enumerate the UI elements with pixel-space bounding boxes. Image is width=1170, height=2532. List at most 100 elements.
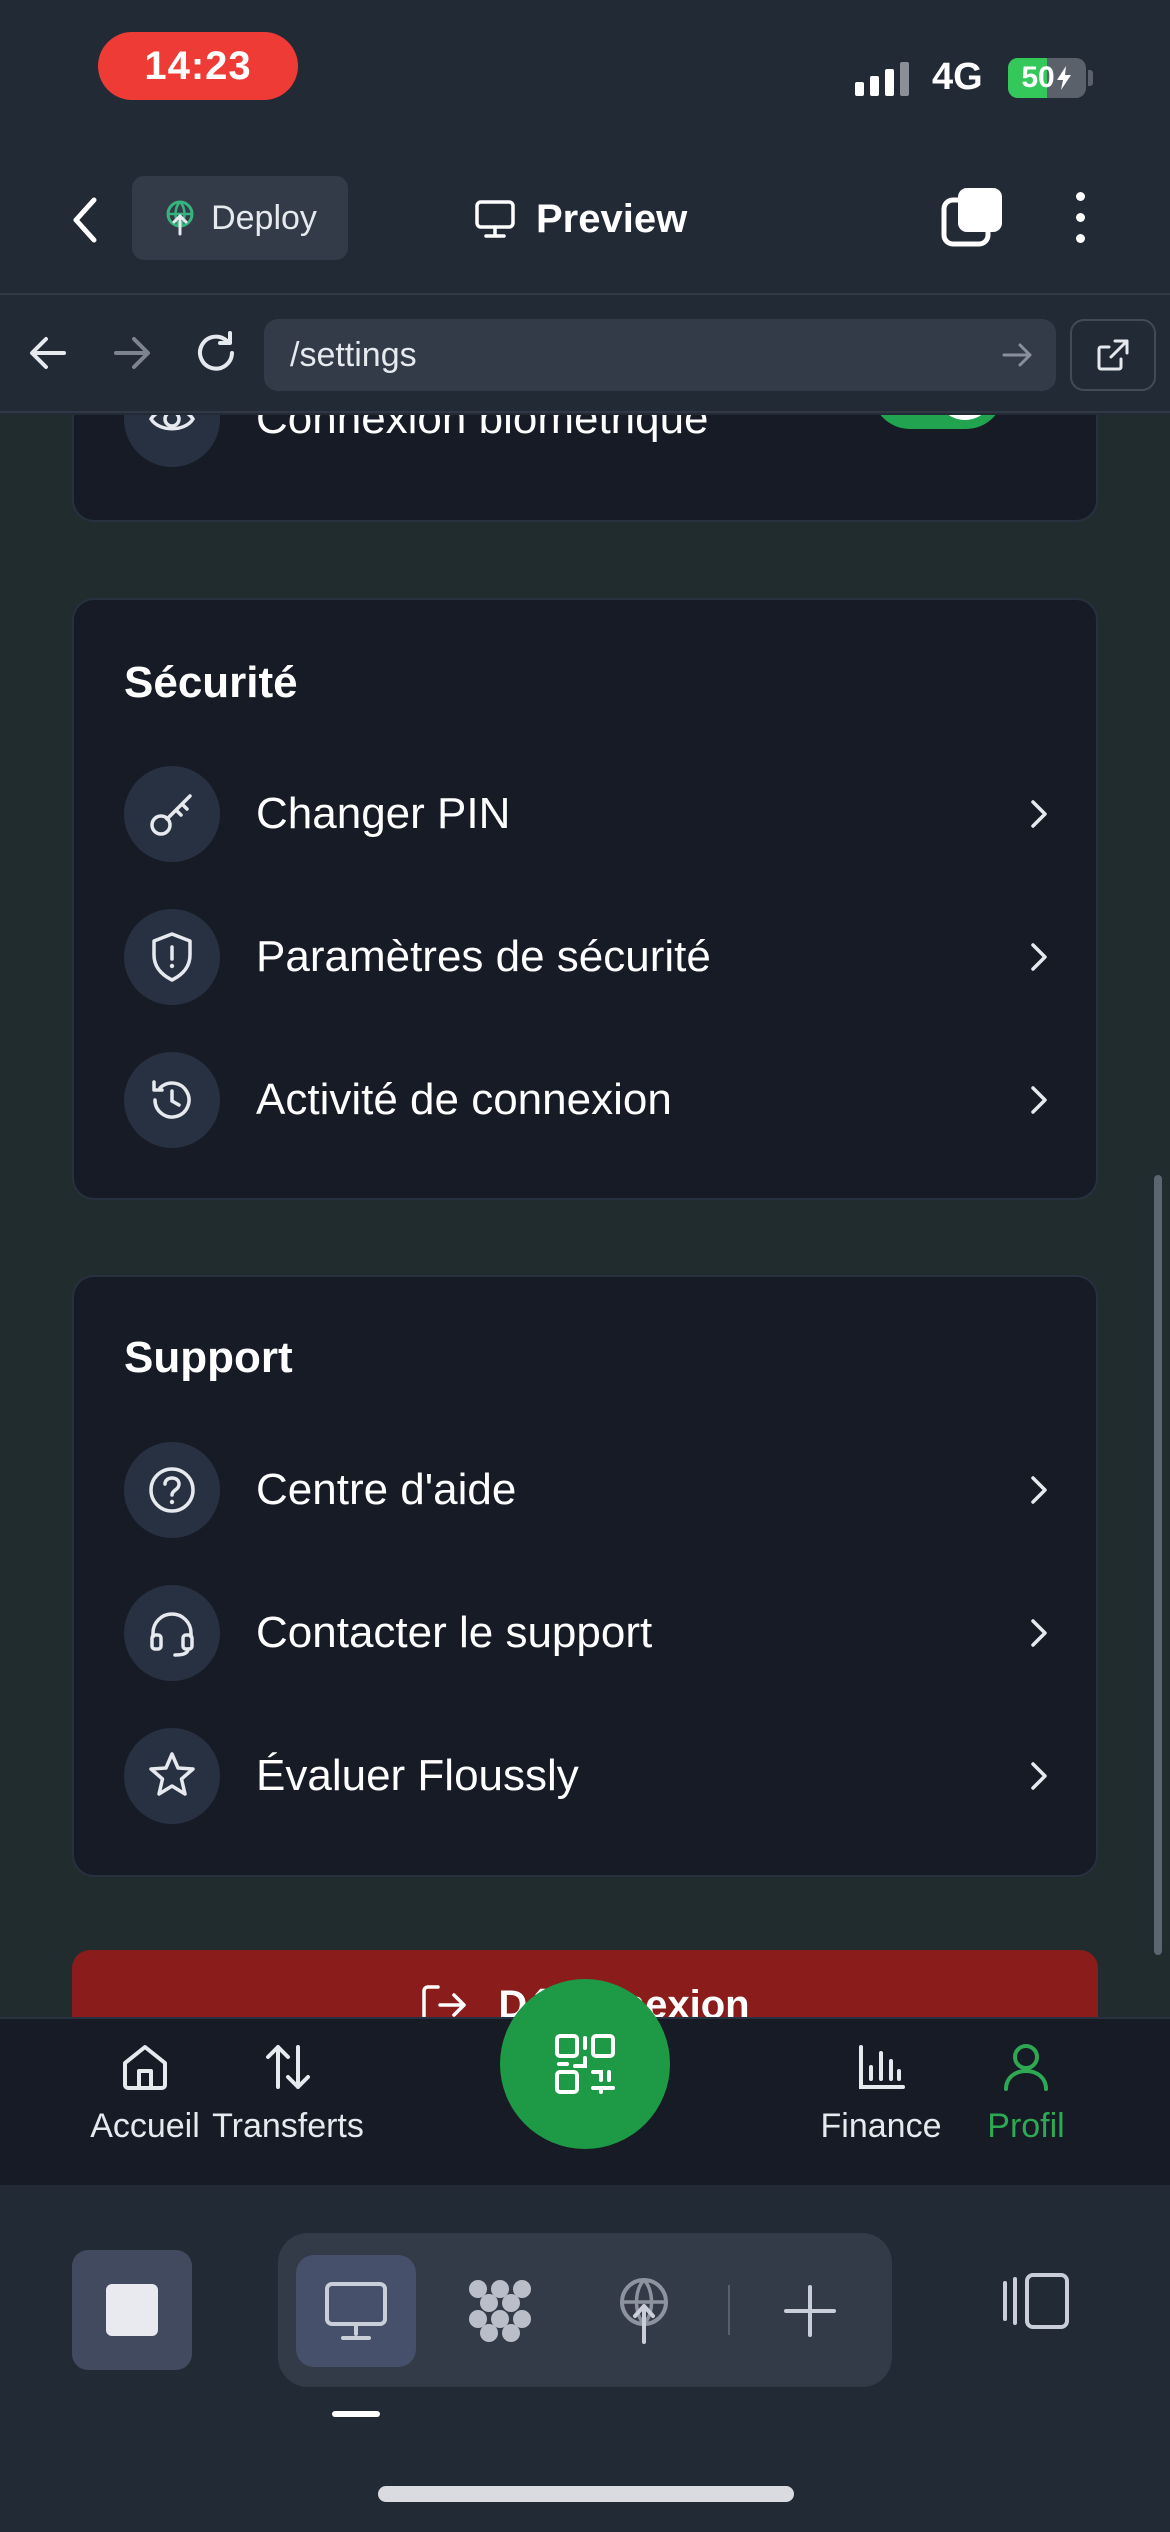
settings-row-security-settings[interactable]: Paramètres de sécurité (124, 907, 1054, 1007)
battery-level: 50 (1008, 58, 1086, 98)
deploy-label: Deploy (211, 198, 317, 237)
nav-label-home: Accueil (90, 2107, 200, 2145)
dot (1075, 212, 1085, 222)
battery-icon: 50 (1008, 58, 1086, 98)
external-link-icon (1097, 339, 1129, 371)
home-indicator[interactable] (378, 2486, 794, 2502)
chevron-right-icon (1024, 937, 1054, 977)
settings-row-rate-app[interactable]: Évaluer Floussly (124, 1726, 1054, 1826)
reload-button[interactable] (188, 325, 244, 381)
star-icon (124, 1728, 220, 1824)
arrow-left-icon (30, 337, 66, 369)
chevron-right-icon (1024, 794, 1054, 834)
help-center-label: Centre d'aide (256, 1465, 517, 1514)
back-button[interactable] (60, 190, 110, 250)
url-field[interactable]: /settings (264, 319, 1056, 391)
plus-icon (784, 2285, 836, 2337)
deploy-button[interactable]: Deploy (132, 176, 348, 260)
change-pin-label: Changer PIN (256, 789, 511, 838)
home-icon (123, 2045, 167, 2090)
chevron-right-icon (1024, 1613, 1054, 1653)
status-time: 14:23 (98, 32, 298, 100)
nav-label-transfers: Transferts (212, 2107, 364, 2145)
tabs-icon (941, 188, 1002, 247)
security-title: Sécurité (124, 658, 298, 707)
settings-row-change-pin[interactable]: Changer PIN (124, 764, 1054, 864)
settings-row-contact-support[interactable]: Contacter le support (124, 1583, 1054, 1683)
nav-item-finance[interactable]: Finance (801, 2039, 961, 2146)
shield-alert-icon (124, 909, 220, 1005)
settings-row-help-center[interactable]: Centre d'aide (124, 1440, 1054, 1540)
nav-item-home[interactable]: Accueil (65, 2039, 225, 2146)
preview-label: Preview (536, 196, 688, 241)
toolbar-divider (728, 2285, 730, 2335)
tool-group (278, 2233, 892, 2387)
browser-bar: /settings (0, 297, 1170, 413)
side-panel-icon (1003, 2273, 1069, 2329)
battery-cap (1088, 70, 1093, 86)
add-tool-button[interactable] (750, 2255, 870, 2367)
deploy-globe-icon (166, 200, 194, 236)
chevron-right-icon (1024, 1080, 1054, 1120)
nav-label-profile: Profil (987, 2107, 1065, 2145)
security-card: Sécurité Changer PIN Paramètres de sécur… (72, 598, 1098, 1200)
monitor-icon (325, 2282, 387, 2340)
charging-bolt-icon (1056, 66, 1071, 90)
editor-toolbar (0, 2187, 1170, 2532)
contact-support-label: Contacter le support (256, 1608, 653, 1657)
browser-back-button[interactable] (20, 325, 76, 381)
bottom-nav: Accueil Transferts Finance Profil (0, 1979, 1170, 2185)
network-type: 4G (932, 56, 983, 98)
logout-icon (422, 1985, 467, 2017)
more-options-button[interactable] (1060, 184, 1100, 250)
deploy-globe-icon (620, 2278, 668, 2344)
signal-icon (855, 60, 909, 96)
chevron-left-icon (73, 197, 97, 243)
login-activity-label: Activité de connexion (256, 1075, 672, 1124)
go-arrow-icon[interactable] (998, 335, 1038, 375)
agent-pattern-icon (469, 2280, 531, 2342)
transfer-arrows-icon (266, 2045, 310, 2089)
key-icon (124, 766, 220, 862)
bar-chart-icon (859, 2045, 905, 2089)
stop-button[interactable] (72, 2250, 192, 2370)
arrow-right-icon (114, 337, 150, 369)
app-header: Deploy Preview (0, 150, 1170, 295)
qr-code-icon (555, 2034, 615, 2094)
nav-label-finance: Finance (820, 2107, 942, 2145)
browser-forward-button[interactable] (104, 325, 160, 381)
help-circle-icon (124, 1442, 220, 1538)
settings-page: Connexion biométrique Sécurité Changer P… (0, 415, 1170, 2017)
toggle-knob (936, 415, 994, 420)
headset-icon (124, 1585, 220, 1681)
open-external-button[interactable] (1070, 319, 1156, 391)
support-title: Support (124, 1333, 293, 1382)
scan-qr-button[interactable] (500, 1979, 670, 2149)
preview-tool-button[interactable] (296, 2255, 416, 2367)
dot (1075, 191, 1085, 201)
settings-row-login-activity[interactable]: Activité de connexion (124, 1050, 1054, 1150)
history-icon (124, 1052, 220, 1148)
chevron-right-icon (1024, 1470, 1054, 1510)
security-settings-label: Paramètres de sécurité (256, 932, 711, 981)
scrollbar[interactable] (1154, 1175, 1162, 1955)
active-tool-indicator (332, 2411, 380, 2417)
reload-icon (198, 331, 234, 371)
eye-icon (124, 415, 220, 467)
nav-item-profile[interactable]: Profil (946, 2039, 1106, 2146)
agent-tool-button[interactable] (440, 2255, 560, 2367)
dot (1075, 233, 1085, 243)
tabs-button[interactable] (940, 184, 1006, 250)
user-icon (1004, 2044, 1048, 2091)
deploy-tool-button[interactable] (584, 2255, 704, 2367)
side-panel-button[interactable] (996, 2261, 1076, 2341)
settings-row-biometric[interactable]: Connexion biométrique (124, 415, 1054, 469)
monitor-icon (475, 200, 515, 238)
status-bar: 14:23 4G 50 (0, 0, 1170, 150)
stop-icon (106, 2284, 158, 2336)
preview-title: Preview (474, 186, 687, 252)
nav-item-transfers[interactable]: Transferts (208, 2039, 368, 2146)
chevron-right-icon (1024, 1756, 1054, 1796)
rate-app-label: Évaluer Floussly (256, 1751, 579, 1800)
url-text: /settings (290, 335, 417, 374)
